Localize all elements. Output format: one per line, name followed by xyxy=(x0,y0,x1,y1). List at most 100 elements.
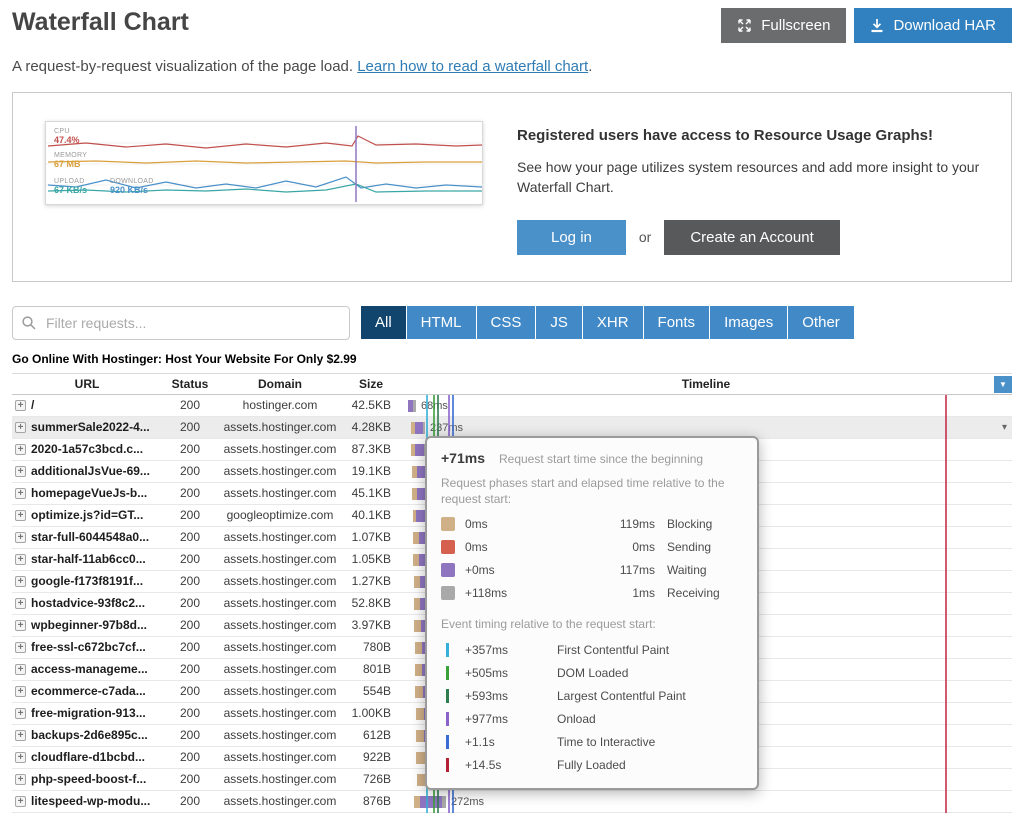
size-cell: 40.1KB xyxy=(342,505,400,526)
status-cell: 200 xyxy=(162,461,218,482)
expand-row-button[interactable]: + xyxy=(15,642,26,653)
url-cell: +google-f173f8191f... xyxy=(12,571,162,592)
waiting-swatch xyxy=(441,563,455,577)
expand-row-button[interactable]: + xyxy=(15,730,26,741)
waterfall-help-link[interactable]: Learn how to read a waterfall chart xyxy=(357,58,588,75)
expand-row-button[interactable]: + xyxy=(15,488,26,499)
download-icon xyxy=(870,18,884,33)
tab-js[interactable]: JS xyxy=(536,306,582,339)
event-time: +505ms xyxy=(465,666,557,680)
tab-html[interactable]: HTML xyxy=(407,306,476,339)
blocking-swatch xyxy=(441,517,455,531)
domain-cell: assets.hostinger.com xyxy=(218,527,342,548)
create-account-button[interactable]: Create an Account xyxy=(664,220,839,255)
tab-css[interactable]: CSS xyxy=(477,306,536,339)
memory-value: 67 MB xyxy=(54,160,87,170)
waiting-segment xyxy=(415,444,424,456)
tab-all[interactable]: All xyxy=(361,306,406,339)
url-cell: +ecommerce-c7ada... xyxy=(12,681,162,702)
url-cell: +cloudflare-d1bcbd... xyxy=(12,747,162,768)
expand-row-button[interactable]: + xyxy=(15,554,26,565)
subtitle-suffix: . xyxy=(588,58,592,75)
or-text: or xyxy=(639,229,651,245)
table-row[interactable]: +/200hostinger.com42.5KB68ms xyxy=(12,395,1012,417)
waterfall-bar[interactable] xyxy=(408,400,416,412)
table-row[interactable]: +litespeed-wp-modu...200assets.hostinger… xyxy=(12,791,1012,813)
event-time: +357ms xyxy=(465,643,557,657)
size-cell: 780B xyxy=(342,637,400,658)
event-time: +977ms xyxy=(465,712,557,726)
request-url: 2020-1a57c3bcd.c... xyxy=(31,439,143,460)
tooltip-events-heading: Event timing relative to the request sta… xyxy=(441,616,743,632)
expand-row-button[interactable]: + xyxy=(15,510,26,521)
expand-row-button[interactable]: + xyxy=(15,576,26,587)
status-cell: 200 xyxy=(162,747,218,768)
url-cell: +/ xyxy=(12,395,162,416)
domain-cell: assets.hostinger.com xyxy=(218,417,342,438)
page-subtitle: A request-by-request visualization of th… xyxy=(12,58,1012,75)
tooltip-phases-heading: Request phases start and elapsed time re… xyxy=(441,475,743,507)
request-url: free-migration-913... xyxy=(31,703,146,724)
status-cell: 200 xyxy=(162,769,218,790)
url-cell: +litespeed-wp-modu... xyxy=(12,791,162,812)
expand-row-button[interactable]: + xyxy=(15,752,26,763)
expand-row-button[interactable]: + xyxy=(15,620,26,631)
row-dropdown-caret[interactable]: ▾ xyxy=(1002,417,1007,438)
phase-row: 0ms119msBlocking xyxy=(441,513,743,536)
status-cell: 200 xyxy=(162,791,218,812)
tab-xhr[interactable]: XHR xyxy=(583,306,643,339)
phase-elapsed: 0ms xyxy=(525,540,659,554)
status-cell: 200 xyxy=(162,725,218,746)
domain-cell: assets.hostinger.com xyxy=(218,791,342,812)
waterfall-bar[interactable] xyxy=(411,422,425,434)
column-status: Status xyxy=(162,374,218,395)
status-cell: 200 xyxy=(162,571,218,592)
status-cell: 200 xyxy=(162,593,218,614)
largest-contentful-paint-swatch xyxy=(446,689,449,703)
timeline-cell[interactable]: 272ms xyxy=(400,791,1012,812)
cpu-value: 47.4% xyxy=(54,136,80,146)
expand-row-button[interactable]: + xyxy=(15,708,26,719)
expand-row-button[interactable]: + xyxy=(15,796,26,807)
filter-requests-input[interactable] xyxy=(12,306,350,340)
tab-fonts[interactable]: Fonts xyxy=(644,306,710,339)
expand-row-button[interactable]: + xyxy=(15,598,26,609)
size-cell: 612B xyxy=(342,725,400,746)
download-har-button[interactable]: Download HAR xyxy=(854,8,1012,43)
expand-row-button[interactable]: + xyxy=(15,664,26,675)
url-cell: +php-speed-boost-f... xyxy=(12,769,162,790)
timeline-options-dropdown[interactable]: ▼ xyxy=(994,376,1012,393)
tab-images[interactable]: Images xyxy=(710,306,787,339)
size-cell: 42.5KB xyxy=(342,395,400,416)
tooltip-events: +357msFirst Contentful Paint+505msDOM Lo… xyxy=(441,638,743,776)
requests-table: URL Status Domain Size Timeline ▼ +/200h… xyxy=(12,373,1012,813)
phase-start: +0ms xyxy=(465,563,525,577)
expand-row-button[interactable]: + xyxy=(15,466,26,477)
timeline-cell[interactable]: 68ms xyxy=(400,395,1012,416)
domain-cell: assets.hostinger.com xyxy=(218,725,342,746)
download-har-label: Download HAR xyxy=(893,17,996,34)
status-cell: 200 xyxy=(162,637,218,658)
fullscreen-button[interactable]: Fullscreen xyxy=(721,8,846,43)
event-row: +357msFirst Contentful Paint xyxy=(441,638,743,661)
waterfall-bar[interactable] xyxy=(414,796,446,808)
timeline-cell[interactable]: 237ms▾ xyxy=(400,417,1012,438)
expand-row-button[interactable]: + xyxy=(15,422,26,433)
url-cell: +summerSale2022-4... xyxy=(12,417,162,438)
size-cell: 1.05KB xyxy=(342,549,400,570)
expand-row-button[interactable]: + xyxy=(15,444,26,455)
expand-row-button[interactable]: + xyxy=(15,686,26,697)
expand-row-button[interactable]: + xyxy=(15,774,26,785)
expand-row-button[interactable]: + xyxy=(15,532,26,543)
expand-row-button[interactable]: + xyxy=(15,400,26,411)
fullscreen-label: Fullscreen xyxy=(761,17,830,34)
fully-loaded-swatch xyxy=(446,758,449,772)
size-cell: 876B xyxy=(342,791,400,812)
fullscreen-icon xyxy=(737,18,752,33)
request-url: hostadvice-93f8c2... xyxy=(31,593,145,614)
domain-cell: assets.hostinger.com xyxy=(218,703,342,724)
login-button[interactable]: Log in xyxy=(517,220,626,255)
blocking-segment xyxy=(416,752,425,764)
request-url: wpbeginner-97b8d... xyxy=(31,615,147,636)
tab-other[interactable]: Other xyxy=(788,306,854,339)
